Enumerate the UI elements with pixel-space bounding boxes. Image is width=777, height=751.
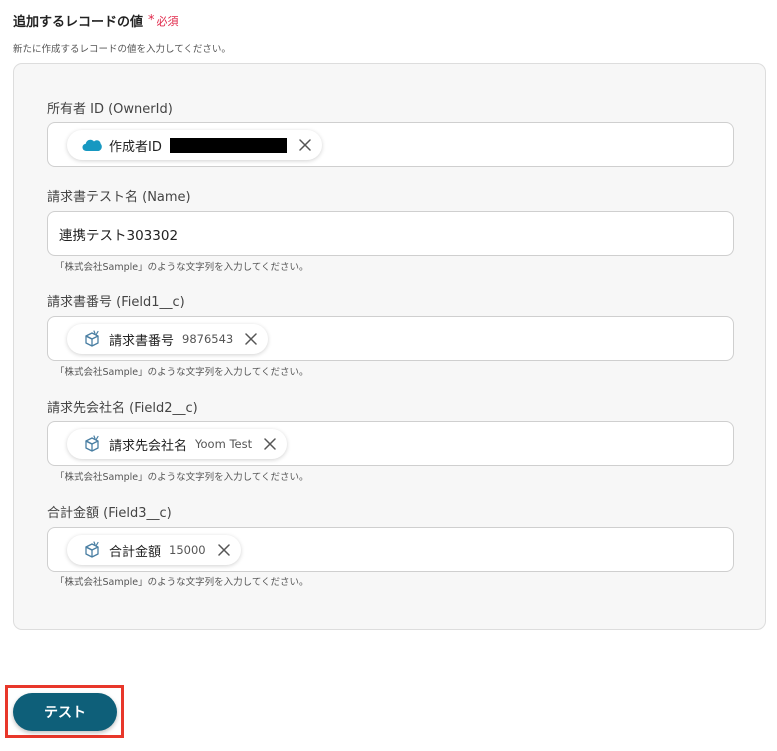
field1-hint: 「株式会社Sample」のような文字列を入力してください。: [55, 367, 309, 378]
redacted-value: [169, 137, 287, 153]
chip-value: 9876543: [182, 332, 234, 346]
section-description: 新たに作成するレコードの値を入力してください。: [13, 44, 231, 55]
field1-input[interactable]: 請求書番号 9876543: [47, 316, 734, 361]
field2-chip[interactable]: 請求先会社名 Yoom Test: [67, 429, 288, 459]
form-page: 追加するレコードの値 * 必須 新たに作成するレコードの値を入力してください。 …: [0, 0, 777, 751]
chip-value: Yoom Test: [195, 437, 253, 451]
field2-input[interactable]: 請求先会社名 Yoom Test: [47, 421, 734, 466]
chip-label: 請求先会社名: [109, 438, 188, 454]
field-label-field1: 請求書番号 (Field1__c): [47, 295, 185, 310]
close-icon[interactable]: [297, 137, 313, 153]
field3-hint: 「株式会社Sample」のような文字列を入力してください。: [55, 577, 309, 588]
field-label-field3: 合計金額 (Field3__c): [47, 506, 172, 521]
section-title: 追加するレコードの値 * 必須: [13, 11, 179, 30]
box-data-icon: [81, 541, 103, 559]
field-label-field2: 請求先会社名 (Field2__c): [47, 401, 198, 416]
record-values-panel: 所有者 ID (OwnerId) 作成者ID 請求書テスト名 (Name) 連携…: [13, 63, 766, 630]
owner-id-input[interactable]: 作成者ID: [47, 122, 734, 167]
required-asterisk: *: [148, 13, 155, 28]
test-button[interactable]: テスト: [13, 693, 117, 731]
close-icon[interactable]: [243, 331, 259, 347]
chip-value: 15000: [169, 543, 206, 557]
field2-hint: 「株式会社Sample」のような文字列を入力してください。: [55, 472, 309, 483]
name-input-value: 連携テスト303302: [59, 228, 179, 244]
close-icon[interactable]: [262, 436, 278, 452]
field3-input[interactable]: 合計金額 15000: [47, 527, 734, 572]
chip-label: 作成者ID: [109, 139, 162, 155]
chip-label: 合計金額: [109, 544, 162, 560]
field-label-name: 請求書テスト名 (Name): [47, 190, 191, 205]
name-hint: 「株式会社Sample」のような文字列を入力してください。: [55, 262, 309, 273]
name-input[interactable]: 連携テスト303302: [47, 211, 734, 256]
box-data-icon: [81, 330, 103, 348]
section-title-text: 追加するレコードの値: [13, 15, 144, 30]
field-label-owner-id: 所有者 ID (OwnerId): [47, 102, 173, 117]
required-label: 必須: [156, 14, 179, 28]
owner-id-chip[interactable]: 作成者ID: [67, 130, 322, 160]
field3-chip[interactable]: 合計金額 15000: [67, 535, 241, 565]
box-data-icon: [81, 435, 103, 453]
required-indicator: * 必須: [148, 13, 179, 29]
salesforce-cloud-icon: [81, 136, 103, 154]
field1-chip[interactable]: 請求書番号 9876543: [67, 324, 269, 354]
close-icon[interactable]: [216, 542, 232, 558]
chip-label: 請求書番号: [109, 333, 175, 349]
